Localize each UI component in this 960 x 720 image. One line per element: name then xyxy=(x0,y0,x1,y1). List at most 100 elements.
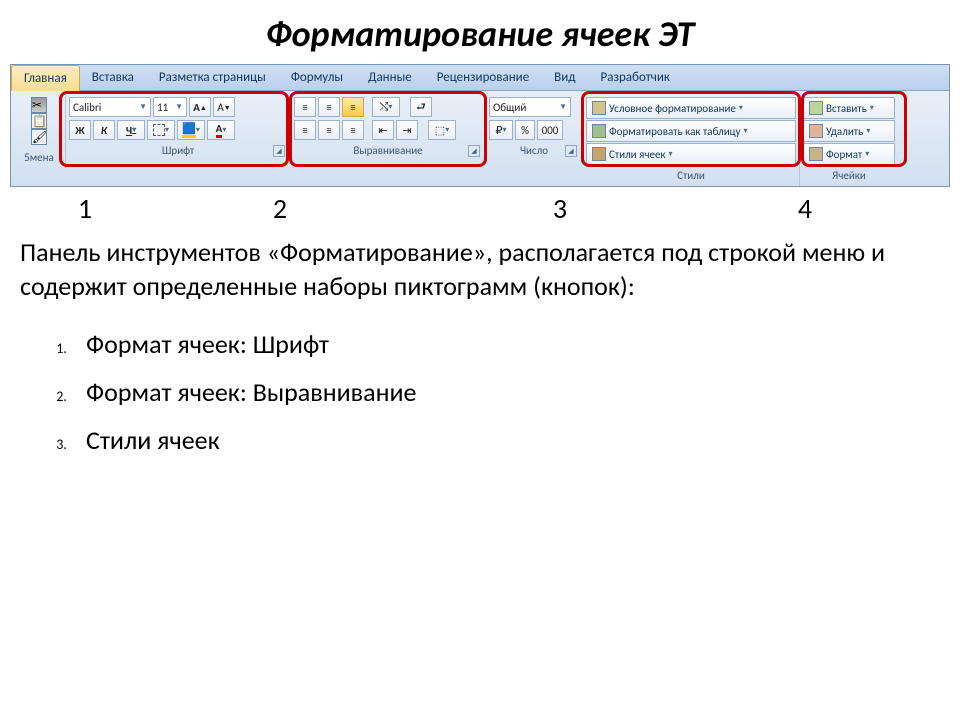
ribbon: Главная Вставка Разметка страницы Формул… xyxy=(10,64,950,187)
currency-button[interactable]: ₽▾ xyxy=(489,120,513,140)
tab-review[interactable]: Рецензирование xyxy=(425,65,542,90)
dialog-launcher-icon[interactable]: ◢ xyxy=(565,145,577,157)
cell-style-icon xyxy=(592,147,606,161)
delete-icon xyxy=(809,124,823,138)
tab-view[interactable]: Вид xyxy=(542,65,588,90)
font-group-label: Шрифт xyxy=(162,144,194,157)
ribbon-tabs: Главная Вставка Разметка страницы Формул… xyxy=(11,65,949,91)
cell-styles-button[interactable]: Стили ячеек▾ xyxy=(586,143,796,165)
conditional-icon xyxy=(592,101,606,115)
chevron-down-icon: ▾ xyxy=(222,125,226,135)
num-1: 1 xyxy=(0,191,170,226)
insert-icon xyxy=(809,101,823,115)
font-size-value: 11 xyxy=(157,101,168,114)
merge-button[interactable]: ⬚▾ xyxy=(428,120,456,140)
comma-button[interactable]: 000 xyxy=(537,120,563,140)
chevron-down-icon: ▾ xyxy=(739,103,743,113)
insert-cell-button[interactable]: Вставить▾ xyxy=(803,97,895,119)
chevron-down-icon: ▾ xyxy=(865,149,869,159)
bucket-icon: 🟦 xyxy=(182,122,196,138)
align-right-button[interactable]: ≡ xyxy=(342,120,364,140)
group-styles: Условное форматирование▾ Форматировать к… xyxy=(583,95,800,186)
format-painter-icon[interactable]: 🖌 xyxy=(31,129,47,145)
chevron-down-icon: ▾ xyxy=(669,149,673,159)
list-item-text: Стили ячеек xyxy=(86,424,220,456)
cut-icon[interactable]: ✂ xyxy=(31,97,47,113)
decrease-indent-button[interactable]: ⇤ xyxy=(372,120,394,140)
page-title: Форматирование ячеек ЭТ xyxy=(0,0,960,64)
number-format-field[interactable]: Общий▼ xyxy=(489,97,571,117)
delete-label: Удалить xyxy=(826,125,863,138)
group-clipboard: ✂ 📋 🖌 5мена xyxy=(13,95,66,168)
merge-icon: ⬚ xyxy=(435,124,445,137)
format-cell-button[interactable]: Формат▾ xyxy=(803,143,895,165)
delete-cell-button[interactable]: Удалить▾ xyxy=(803,120,895,142)
tab-insert[interactable]: Вставка xyxy=(80,65,147,90)
font-color-button[interactable]: A▾ xyxy=(207,120,235,140)
dialog-launcher-icon[interactable]: ◢ xyxy=(273,145,285,157)
group-label-align: Выравнивание ◢ xyxy=(294,140,482,159)
num-4: 4 xyxy=(730,191,880,226)
tab-data[interactable]: Данные xyxy=(356,65,425,90)
currency-icon: ₽ xyxy=(495,124,502,137)
border-button[interactable]: ▾ xyxy=(147,120,175,140)
format-as-table-button[interactable]: Форматировать как таблицу▾ xyxy=(586,120,796,142)
tab-formulas[interactable]: Формулы xyxy=(279,65,356,90)
group-cells: Вставить▾ Удалить▾ Формат▾ Ячейки xyxy=(800,95,898,186)
tab-developer[interactable]: Разработчик xyxy=(589,65,683,90)
align-middle-button[interactable]: ≡ xyxy=(318,97,340,117)
fill-color-button[interactable]: 🟦▾ xyxy=(177,120,205,140)
format-icon xyxy=(809,147,823,161)
cellstyle-label: Стили ячеек xyxy=(609,148,666,161)
wrap-icon: ⮐ xyxy=(416,98,426,117)
wrap-text-button[interactable]: ⮐ xyxy=(410,97,432,117)
align-bottom-button[interactable]: ≡ xyxy=(342,97,364,117)
chevron-down-icon: ▾ xyxy=(870,103,874,113)
chevron-down-icon: ▾ xyxy=(744,126,748,136)
align-center-button[interactable]: ≡ xyxy=(318,120,340,140)
chevron-down-icon: ▾ xyxy=(388,102,392,112)
orientation-icon: ⤭ xyxy=(380,100,389,114)
group-label-number: Число ◢ xyxy=(489,140,579,159)
cond-label: Условное форматирование xyxy=(609,102,736,115)
orientation-button[interactable]: ⤭▾ xyxy=(372,97,400,117)
group-font: Calibri▼ 11▼ A▲ A▼ Ж К Ч▾ ▾ 🟦▾ A▾ Шрифт◢ xyxy=(66,95,291,161)
list-item: Формат ячеек: Шрифт xyxy=(70,320,960,368)
bold-button[interactable]: Ж xyxy=(69,120,91,140)
underline-button[interactable]: Ч▾ xyxy=(117,120,145,140)
conditional-format-button[interactable]: Условное форматирование▾ xyxy=(586,97,796,119)
num-3: 3 xyxy=(390,191,730,226)
align-group-label: Выравнивание xyxy=(353,144,422,157)
ribbon-body: ✂ 📋 🖌 5мена Calibri▼ 11▼ A▲ A▼ Ж К xyxy=(11,91,949,186)
chevron-down-icon: ▾ xyxy=(196,125,200,135)
chevron-down-icon: ▾ xyxy=(445,125,449,135)
dialog-launcher-icon[interactable]: ◢ xyxy=(468,145,480,157)
increase-indent-button[interactable]: ⇥ xyxy=(396,120,418,140)
group-label-styles: Стили xyxy=(586,165,796,184)
group-alignment: ≡ ≡ ≡ ⤭▾ ⮐ ≡ ≡ ≡ ⇤ ⇥ xyxy=(291,95,486,161)
chevron-down-icon: ▾ xyxy=(502,125,506,135)
list-item-text: Формат ячеек: Шрифт xyxy=(86,328,329,360)
font-name-value: Calibri xyxy=(73,101,101,114)
chevron-down-icon: ▾ xyxy=(132,125,136,135)
font-color-icon: A xyxy=(216,122,223,138)
chevron-down-icon: ▼ xyxy=(175,102,183,112)
grow-font-button[interactable]: A▲ xyxy=(189,97,211,117)
number-group-label: Число xyxy=(520,144,548,157)
font-name-field[interactable]: Calibri ▼ xyxy=(69,97,151,117)
num-2: 2 xyxy=(170,191,390,226)
chevron-down-icon: ▼ xyxy=(559,102,567,112)
group-label-cells: Ячейки xyxy=(803,165,895,184)
copy-icon[interactable]: 📋 xyxy=(31,113,47,129)
format-label: Формат xyxy=(826,148,862,161)
chevron-down-icon: ▼ xyxy=(139,102,147,112)
percent-button[interactable]: % xyxy=(515,120,535,140)
tab-home[interactable]: Главная xyxy=(11,65,80,91)
font-size-field[interactable]: 11 ▼ xyxy=(153,97,187,117)
shrink-font-button[interactable]: A▼ xyxy=(213,97,235,117)
italic-button[interactable]: К xyxy=(93,120,115,140)
align-top-button[interactable]: ≡ xyxy=(294,97,316,117)
align-left-button[interactable]: ≡ xyxy=(294,120,316,140)
body-paragraph: Панель инструментов «Форматирование», ра… xyxy=(0,236,960,312)
tab-page-layout[interactable]: Разметка страницы xyxy=(147,65,279,90)
